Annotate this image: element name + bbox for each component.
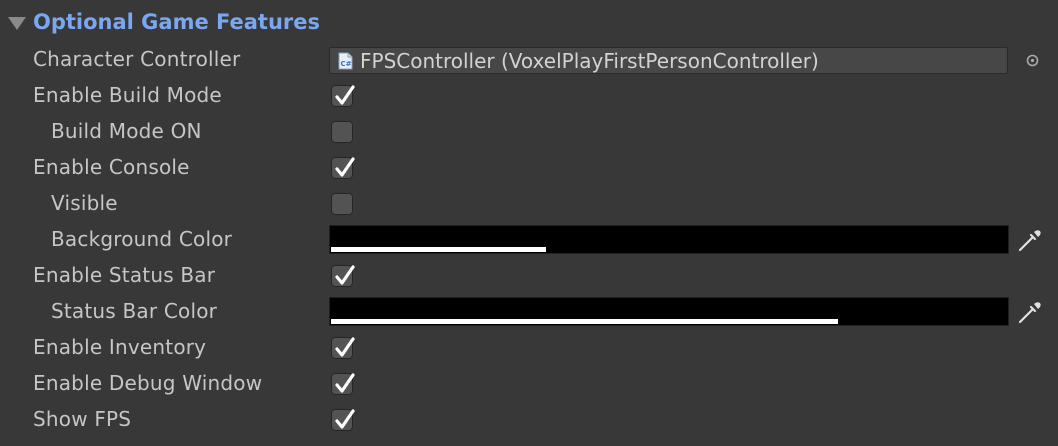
enable-inventory-checkbox[interactable] bbox=[331, 337, 355, 359]
status-bar-color-label: Status Bar Color bbox=[51, 299, 218, 323]
alpha-bar bbox=[331, 247, 546, 252]
build-mode-on-checkbox[interactable] bbox=[331, 121, 353, 143]
enable-status-bar-checkbox[interactable] bbox=[331, 265, 355, 287]
enable-console-checkbox[interactable] bbox=[331, 157, 355, 179]
checkmark-icon bbox=[335, 265, 355, 285]
build-mode-on-row: Build Mode ON bbox=[0, 114, 1058, 150]
character-controller-object-field[interactable]: C# FPSController (VoxelPlayFirstPersonCo… bbox=[329, 47, 1008, 74]
section-title[interactable]: Optional Game Features bbox=[33, 10, 320, 34]
optional-game-features-foldout[interactable]: Optional Game Features bbox=[0, 4, 1058, 40]
enable-inventory-label: Enable Inventory bbox=[33, 335, 207, 359]
character-controller-value: FPSController (VoxelPlayFirstPersonContr… bbox=[360, 49, 819, 73]
enable-status-bar-label: Enable Status Bar bbox=[33, 263, 216, 287]
enable-console-label: Enable Console bbox=[33, 155, 190, 179]
inspector-panel: Optional Game Features Character Control… bbox=[0, 0, 1058, 446]
checkmark-icon bbox=[335, 337, 355, 357]
visible-row: Visible bbox=[0, 186, 1058, 222]
checkmark-icon bbox=[335, 373, 355, 393]
enable-build-mode-checkbox[interactable] bbox=[331, 85, 355, 107]
checkmark-icon bbox=[335, 85, 355, 105]
checkmark-icon bbox=[335, 157, 355, 177]
show-fps-row: Show FPS bbox=[0, 402, 1058, 438]
enable-debug-window-checkbox[interactable] bbox=[331, 373, 355, 395]
csharp-script-icon: C# bbox=[338, 52, 353, 70]
background-color-row: Background Color bbox=[0, 220, 1058, 256]
enable-build-mode-row: Enable Build Mode bbox=[0, 78, 1058, 114]
alpha-bar bbox=[331, 319, 838, 324]
checkmark-icon bbox=[335, 409, 355, 429]
build-mode-on-label: Build Mode ON bbox=[51, 119, 202, 143]
show-fps-checkbox[interactable] bbox=[331, 409, 355, 431]
enable-console-row: Enable Console bbox=[0, 150, 1058, 186]
enable-debug-window-row: Enable Debug Window bbox=[0, 366, 1058, 402]
show-fps-label: Show FPS bbox=[33, 407, 132, 431]
foldout-arrow-icon[interactable] bbox=[8, 17, 26, 30]
background-color-label: Background Color bbox=[51, 227, 233, 251]
enable-inventory-row: Enable Inventory bbox=[0, 330, 1058, 366]
enable-build-mode-label: Enable Build Mode bbox=[33, 83, 222, 107]
visible-checkbox[interactable] bbox=[331, 193, 353, 215]
enable-debug-window-label: Enable Debug Window bbox=[33, 371, 263, 395]
character-controller-label: Character Controller bbox=[33, 47, 241, 71]
object-picker-icon[interactable] bbox=[1026, 54, 1039, 67]
eyedropper-icon[interactable] bbox=[1016, 298, 1044, 326]
enable-status-bar-row: Enable Status Bar bbox=[0, 258, 1058, 294]
status-bar-color-row: Status Bar Color bbox=[0, 292, 1058, 328]
visible-label: Visible bbox=[51, 191, 118, 215]
background-color-swatch[interactable] bbox=[329, 225, 1009, 254]
eyedropper-icon[interactable] bbox=[1016, 226, 1044, 254]
svg-text:C#: C# bbox=[341, 60, 352, 68]
character-controller-row: Character Controller C# FPSController (V… bbox=[0, 42, 1058, 78]
status-bar-color-swatch[interactable] bbox=[329, 297, 1009, 326]
